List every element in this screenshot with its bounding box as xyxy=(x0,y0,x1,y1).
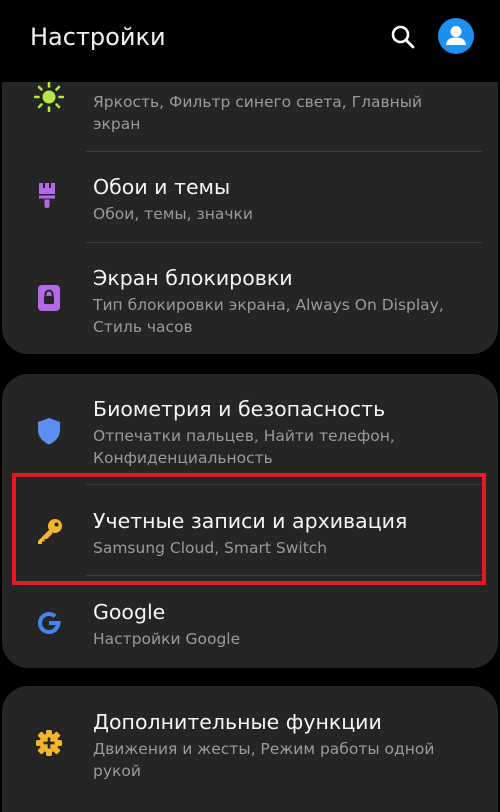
key-icon xyxy=(38,519,62,544)
settings-group-security: Биометрия и безопасность Отпечатки пальц… xyxy=(2,374,498,668)
settings-item-subtitle: Настройки Google xyxy=(93,630,241,648)
settings-item-accounts-backup[interactable]: Учетные записи и архивация Samsung Cloud… xyxy=(2,485,498,575)
settings-item-title: Учетные записи и архивация xyxy=(93,509,408,533)
settings-item-subtitle: Samsung Cloud, Smart Switch xyxy=(93,539,328,557)
settings-item-subtitle: Обои, темы, значки xyxy=(93,205,253,223)
settings-item-subtitle: Яркость, Фильтр синего света, Главный эк… xyxy=(93,93,423,133)
settings-item-lock-screen[interactable]: Экран блокировки Тип блокировки экрана, … xyxy=(2,243,498,354)
settings-item-subtitle: Движения и жесты, Режим работы одной рук… xyxy=(93,740,435,780)
google-icon xyxy=(38,612,61,634)
settings-item-subtitle: Отпечатки пальцев, Найти телефон, Конфид… xyxy=(93,427,395,467)
settings-item-title: Биометрия и безопасность xyxy=(93,397,386,421)
gear-plus-icon xyxy=(36,730,62,756)
settings-item-title: Обои и темы xyxy=(93,175,231,199)
settings-item-google[interactable]: Google Настройки Google xyxy=(2,576,498,668)
settings-item-title: Google xyxy=(93,600,166,624)
settings-item-biometrics[interactable]: Биометрия и безопасность Отпечатки пальц… xyxy=(2,374,498,484)
settings-item-advanced-features[interactable]: Дополнительные функции Движения и жесты,… xyxy=(2,686,498,796)
settings-item-title: Дополнительные функции xyxy=(93,710,382,734)
account-icon[interactable] xyxy=(438,18,474,54)
settings-item-subtitle: Тип блокировки экрана, Always On Display… xyxy=(93,296,444,336)
settings-item-display[interactable]: Яркость, Фильтр синего света, Главный эк… xyxy=(2,82,498,152)
shield-icon xyxy=(38,418,60,445)
settings-item-wallpapers-themes[interactable]: Обои и темы Обои, темы, значки xyxy=(2,152,498,242)
search-icon[interactable] xyxy=(390,24,416,50)
lock-icon xyxy=(38,285,60,311)
brush-icon xyxy=(39,183,55,208)
settings-group-advanced: Дополнительные функции Движения и жесты,… xyxy=(2,686,498,812)
settings-group-display: Яркость, Фильтр синего света, Главный эк… xyxy=(2,82,498,354)
app-header: Настройки xyxy=(0,0,500,78)
sun-icon xyxy=(34,82,64,112)
settings-item-title: Экран блокировки xyxy=(93,266,293,290)
page-title: Настройки xyxy=(30,23,166,51)
